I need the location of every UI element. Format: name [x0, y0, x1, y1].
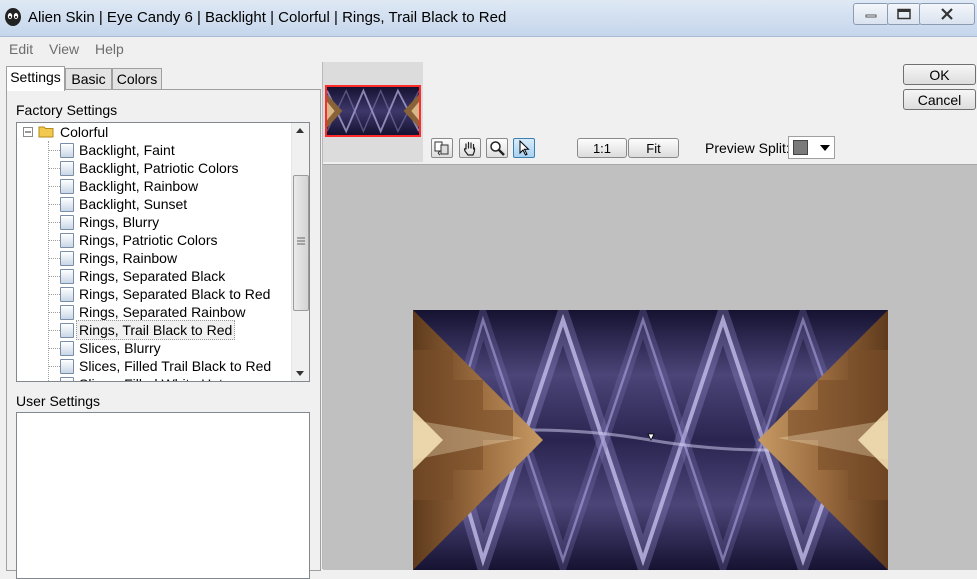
pointer-tool-button[interactable] [513, 138, 535, 158]
scroll-thumb[interactable] [293, 175, 309, 311]
hand-tool-button[interactable] [459, 138, 481, 158]
ok-button[interactable]: OK [903, 64, 976, 85]
compare-icon [434, 141, 449, 156]
navigator-thumbnail[interactable] [325, 85, 421, 137]
tab-basic[interactable]: Basic [65, 68, 112, 90]
preset-file-icon [60, 341, 74, 356]
dropdown-arrow-icon [820, 145, 830, 151]
grip-icon [297, 237, 305, 245]
tab-colors[interactable]: Colors [112, 68, 162, 90]
tree-guide-line [48, 276, 60, 277]
restore-icon [897, 8, 911, 20]
close-icon [941, 8, 953, 20]
menu-help[interactable]: Help [95, 41, 124, 57]
tree-scrollbar[interactable] [291, 123, 309, 381]
effect-preview-image[interactable] [413, 310, 888, 570]
tree-item-label: Rings, Separated Rainbow [79, 304, 246, 320]
folder-icon [38, 126, 54, 138]
maximize-button[interactable] [887, 3, 921, 25]
tree-item-label: Slices, Filled Trail Black to Red [79, 358, 272, 374]
menu-edit[interactable]: Edit [9, 41, 33, 57]
preset-file-icon [60, 305, 74, 320]
tree-guide-line [48, 204, 60, 205]
zoom-tool-button[interactable] [486, 138, 508, 158]
tree-item-label: Backlight, Faint [79, 142, 175, 158]
menu-view[interactable]: View [49, 41, 79, 57]
zoom-fit-button[interactable]: Fit [628, 138, 679, 158]
preset-file-icon [60, 359, 74, 374]
minimize-icon [865, 14, 877, 18]
scroll-down-icon[interactable] [296, 371, 304, 377]
scroll-up-icon[interactable] [296, 127, 304, 133]
tree-item-label: Rings, Blurry [79, 214, 160, 230]
minimize-button[interactable] [853, 3, 889, 25]
tree-folder-label: Colorful [60, 124, 109, 140]
window-title: Alien Skin | Eye Candy 6 | Backlight | C… [28, 9, 507, 26]
tree-item-label: Rings, Rainbow [79, 250, 178, 266]
menu-bar: Edit View Help [0, 37, 977, 61]
preset-file-icon [60, 179, 74, 194]
split-mode-swatch [793, 140, 808, 155]
tree-guide-line [48, 222, 60, 223]
alien-skin-icon [5, 8, 21, 26]
tree-guide-line [48, 294, 60, 295]
tree-item-label: Backlight, Sunset [79, 196, 188, 212]
title-bar: Alien Skin | Eye Candy 6 | Backlight | C… [0, 0, 977, 37]
preview-split-label: Preview Split: [705, 140, 790, 156]
tree-guide-line [48, 141, 49, 381]
arrow-pointer-icon [519, 140, 530, 156]
preset-file-icon [60, 251, 74, 266]
tree-item-label: Rings, Separated Black [79, 268, 226, 284]
tree-item-label: Rings, Patriotic Colors [79, 232, 218, 248]
close-button[interactable] [919, 3, 975, 25]
user-settings-list[interactable] [16, 412, 310, 579]
hand-icon [463, 141, 476, 156]
collapse-icon[interactable] [23, 127, 33, 137]
preview-canvas[interactable] [323, 164, 977, 570]
preset-file-icon [60, 143, 74, 158]
tree-guide-line [48, 366, 60, 367]
settings-tab-content: Factory Settings Colorful Backlight, Fai… [6, 89, 321, 579]
preset-file-icon [60, 161, 74, 176]
tree-item-label: Backlight, Rainbow [79, 178, 199, 194]
tree-item-label: Rings, Trail Black to Red [76, 320, 236, 340]
preset-file-icon [60, 233, 74, 248]
factory-settings-tree[interactable]: Colorful Backlight, Faint Backlight, Patr… [16, 122, 310, 382]
compare-tool-button[interactable] [431, 138, 453, 158]
preset-file-icon [60, 269, 74, 284]
tree-guide-line [48, 186, 60, 187]
tree-guide-line [48, 348, 60, 349]
preset-file-icon [60, 287, 74, 302]
factory-settings-label: Factory Settings [16, 102, 118, 118]
tree-item-label: Slices, Blurry [79, 340, 161, 356]
tree-guide-line [48, 258, 60, 259]
preset-file-icon [60, 197, 74, 212]
tab-settings[interactable]: Settings [6, 66, 65, 91]
preview-split-dropdown[interactable] [788, 136, 835, 159]
tree-item-label: Slices, Filled White Hot [79, 375, 223, 381]
tree-guide-line [48, 330, 60, 331]
tree-guide-line [48, 312, 60, 313]
tree-guide-line [48, 168, 60, 169]
cancel-button[interactable]: Cancel [903, 89, 976, 110]
zoom-icon [490, 141, 505, 156]
tree-guide-line [48, 150, 60, 151]
zoom-1to1-button[interactable]: 1:1 [577, 138, 627, 158]
navigator-thumbnail-area [323, 62, 423, 162]
preset-file-icon [60, 215, 74, 230]
preset-file-icon [60, 377, 74, 381]
tree-item-label: Rings, Separated Black to Red [79, 286, 271, 302]
preset-file-icon [60, 323, 74, 338]
user-settings-label: User Settings [16, 393, 101, 409]
settings-panel: Settings Basic Colors Factory Settings C… [0, 62, 323, 579]
tree-guide-line [48, 240, 60, 241]
tree-item-label: Backlight, Patriotic Colors [79, 160, 239, 176]
